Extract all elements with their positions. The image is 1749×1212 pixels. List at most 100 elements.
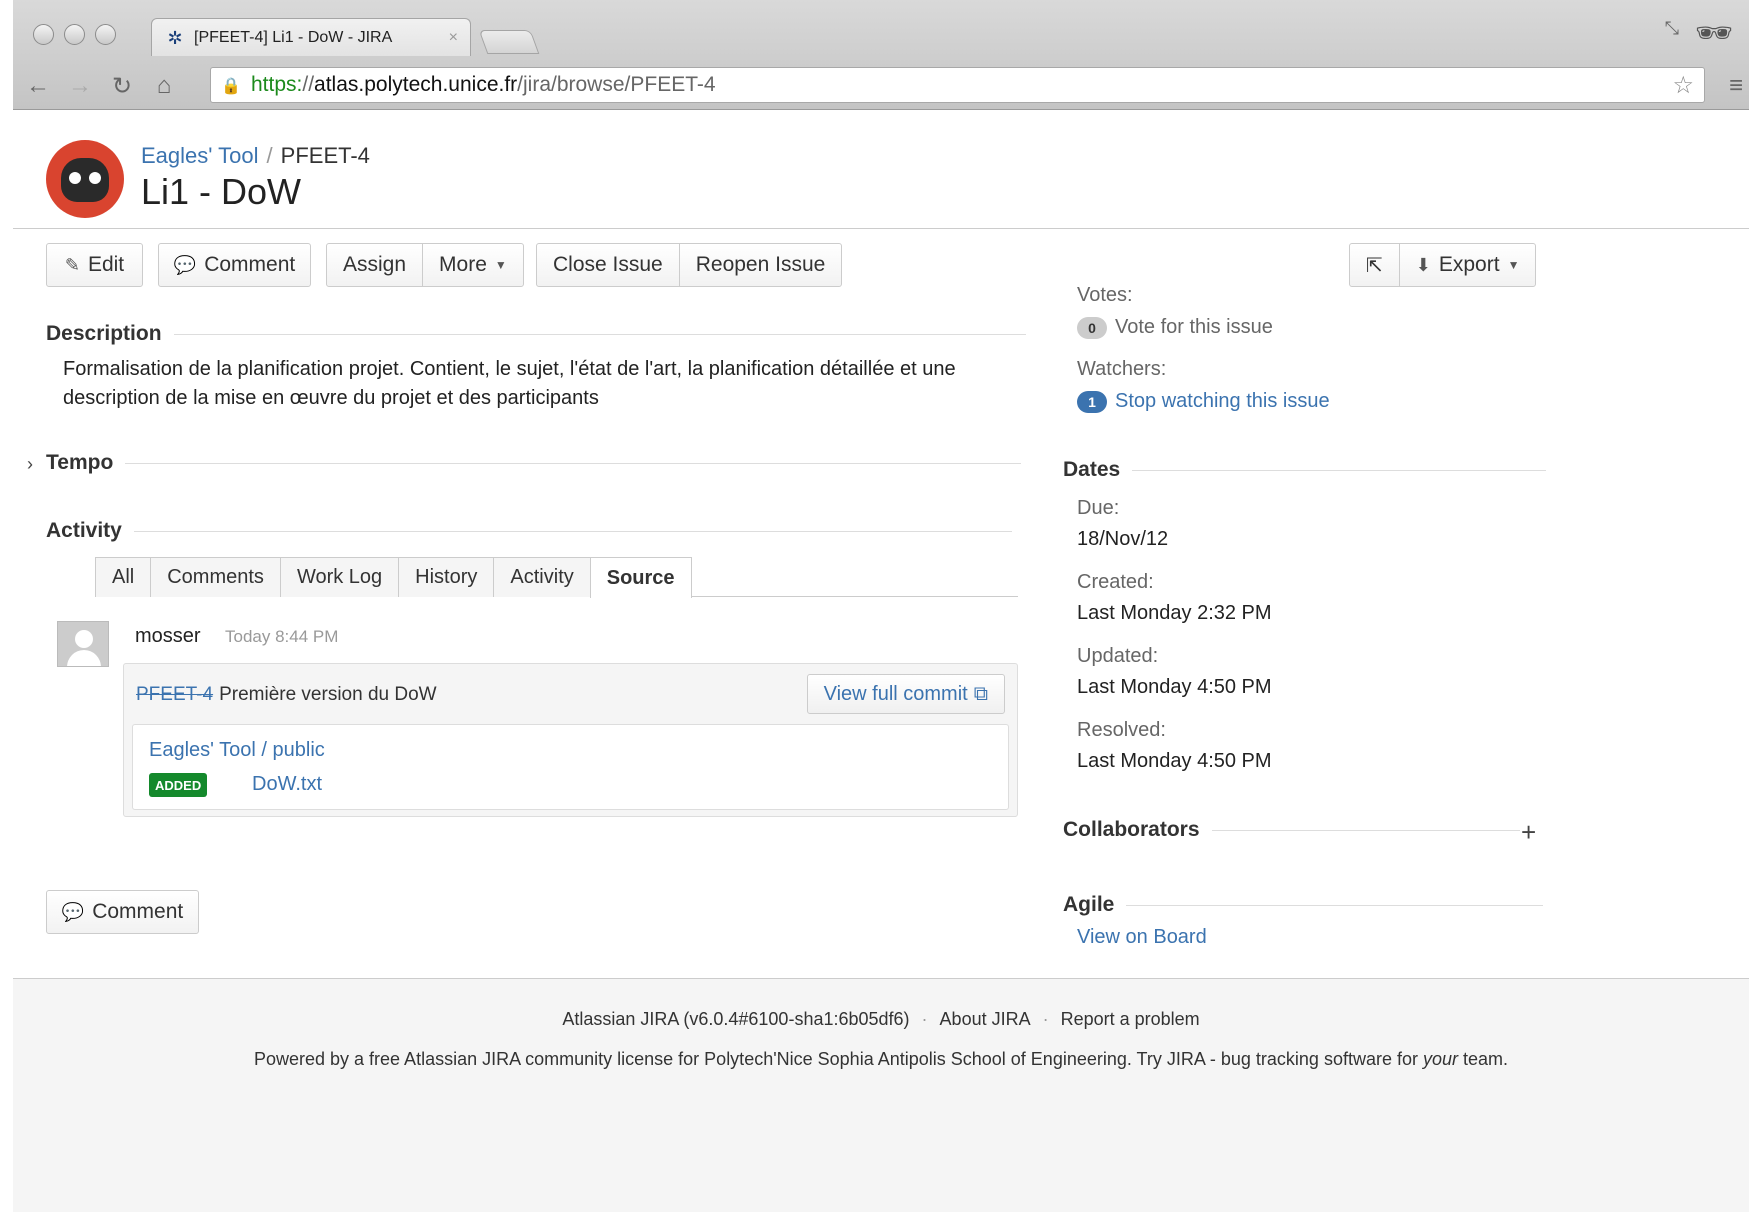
description-text: Formalisation de la planification projet…: [63, 358, 956, 409]
tab-title: [PFEET-4] Li1 - DoW - JIRA: [194, 28, 393, 46]
share-icon: ⇱: [1366, 254, 1383, 277]
resolved-label: Resolved:: [1077, 719, 1166, 741]
export-icon: ⬇: [1415, 254, 1431, 275]
more-dropdown-button[interactable]: More ▼: [423, 244, 523, 286]
back-icon[interactable]: ←: [17, 72, 59, 100]
reopen-issue-button[interactable]: Reopen Issue: [680, 244, 842, 286]
browser-toolbar: ← → ↻ ⌂ 🔒 https://atlas.polytech.unice.f…: [13, 62, 1749, 110]
tab-work-log[interactable]: Work Log: [279, 557, 400, 597]
project-avatar[interactable]: [46, 140, 124, 218]
add-collaborator-icon[interactable]: +: [1521, 817, 1536, 848]
commit-card: PFEET-4 Première version du DoW View full…: [123, 663, 1018, 817]
commit-author-link[interactable]: mosser: [135, 625, 201, 648]
speech-bubble-icon: 💬: [61, 901, 85, 922]
issue-title: Li1 - DoW: [141, 171, 302, 212]
view-full-commit-label: View full commit: [823, 682, 968, 705]
address-bar[interactable]: 🔒 https://atlas.polytech.unice.fr/jira/b…: [210, 67, 1705, 103]
edit-label: Edit: [87, 253, 125, 276]
votes-count-badge: 0: [1077, 316, 1107, 339]
url-host: atlas.polytech.unice.fr: [314, 73, 518, 96]
new-tab-button[interactable]: [478, 30, 540, 54]
edit-button[interactable]: ✎ Edit: [46, 243, 143, 287]
created-label: Created:: [1077, 571, 1154, 593]
resolved-value: Last Monday 4:50 PM: [1077, 750, 1272, 772]
tab-comments[interactable]: Comments: [150, 557, 281, 597]
restore-icon[interactable]: ⤡: [1665, 18, 1679, 39]
menu-icon[interactable]: ≡: [1729, 72, 1743, 100]
view-full-commit-button[interactable]: View full commit ⧉: [806, 674, 1005, 714]
breadcrumb-project-link[interactable]: Eagles' Tool: [141, 143, 259, 168]
tempo-heading[interactable]: Tempo: [46, 451, 1022, 475]
description-heading: Description: [46, 322, 1026, 346]
url-scheme: https:: [251, 73, 303, 96]
workflow-group: Close Issue Reopen Issue: [536, 243, 843, 287]
more-label: More: [439, 253, 487, 276]
tab-close-icon[interactable]: ×: [449, 29, 458, 47]
assign-more-group: Assign More ▼: [326, 243, 524, 287]
footer-links: Atlassian JIRA (v6.0.4#6100-sha1:6b05df6…: [562, 1009, 1200, 1029]
due-label: Due:: [1077, 497, 1120, 519]
browser-tab[interactable]: ✲ [PFEET-4] Li1 - DoW - JIRA ×: [151, 18, 471, 56]
external-link-icon: ⧉: [973, 682, 988, 705]
forward-icon[interactable]: →: [59, 72, 101, 100]
collaborators-heading: Collaborators: [1063, 818, 1520, 842]
avatar[interactable]: [57, 621, 109, 667]
stop-watching-link[interactable]: 1 Stop watching this issue: [1077, 390, 1330, 413]
pencil-icon: ✎: [64, 254, 80, 275]
activity-tabs: All Comments Work Log History Activity S…: [95, 557, 692, 598]
tab-all[interactable]: All: [95, 557, 152, 597]
add-comment-label: Comment: [92, 900, 184, 923]
share-export-group: ⇱ ⬇ Export ▼: [1349, 243, 1537, 287]
commit-issue-key-link[interactable]: PFEET-4: [136, 684, 213, 705]
commit-timestamp: Today 8:44 PM: [225, 627, 339, 646]
updated-value: Last Monday 4:50 PM: [1077, 676, 1272, 698]
commit-message-text: Première version du DoW: [219, 684, 437, 705]
home-icon[interactable]: ⌂: [143, 72, 185, 100]
about-jira-link[interactable]: About JIRA: [940, 1009, 1031, 1029]
assign-button[interactable]: Assign: [327, 244, 424, 286]
url-slashes: //: [302, 73, 315, 96]
close-issue-button[interactable]: Close Issue: [537, 244, 680, 286]
created-value: Last Monday 2:32 PM: [1077, 602, 1272, 624]
add-comment-button[interactable]: 💬 Comment: [46, 890, 199, 934]
status-badge: ADDED: [149, 773, 208, 797]
url-path: /jira/browse/PFEET-4: [517, 73, 716, 96]
vote-link[interactable]: 0 Vote for this issue: [1077, 316, 1273, 339]
incognito-icon: 🕶: [1694, 17, 1734, 50]
bookmark-star-icon[interactable]: ☆: [1672, 71, 1694, 100]
file-link[interactable]: DoW.txt: [252, 773, 322, 796]
repository-link[interactable]: Eagles' Tool / public: [149, 739, 325, 762]
breadcrumb-issue-key[interactable]: PFEET-4: [281, 143, 370, 168]
report-problem-link[interactable]: Report a problem: [1061, 1009, 1200, 1029]
chevron-down-icon: ▼: [1507, 258, 1520, 272]
chevron-right-icon[interactable]: ›: [27, 454, 33, 475]
jira-page: Eagles' Tool / PFEET-4 Li1 - DoW ✎ Edit 💬 Co…: [13, 111, 1749, 1212]
tab-activity[interactable]: Activity: [493, 557, 591, 597]
reload-icon[interactable]: ↻: [101, 72, 143, 101]
votes-label: Votes:: [1077, 284, 1133, 306]
issue-header: Eagles' Tool / PFEET-4 Li1 - DoW: [13, 111, 1749, 229]
share-button[interactable]: ⇱: [1350, 244, 1400, 286]
export-dropdown-button[interactable]: ⬇ Export ▼: [1400, 244, 1536, 286]
assign-label: Assign: [343, 253, 407, 276]
chevron-down-icon: ▼: [494, 258, 507, 272]
tab-history[interactable]: History: [398, 557, 495, 597]
minimize-window-button[interactable]: [64, 24, 85, 45]
updated-label: Updated:: [1077, 645, 1159, 667]
speech-bubble-icon: 💬: [173, 254, 197, 275]
tab-source[interactable]: Source: [589, 557, 692, 598]
agile-heading: Agile: [1063, 893, 1544, 917]
commit-message: PFEET-4 Première version du DoW: [136, 684, 437, 706]
comment-label: Comment: [204, 253, 296, 276]
monster-face-icon: [61, 158, 109, 202]
comment-button[interactable]: 💬 Comment: [158, 243, 311, 287]
dates-heading: Dates: [1063, 458, 1547, 482]
view-on-board-link[interactable]: View on Board: [1077, 926, 1207, 949]
commit-files: Eagles' Tool / public ADDED DoW.txt: [132, 724, 1009, 810]
breadcrumb: Eagles' Tool / PFEET-4: [141, 143, 370, 169]
breadcrumb-separator: /: [266, 143, 273, 168]
jira-version-link[interactable]: Atlassian JIRA (v6.0.4#6100-sha1:6b05df6…: [562, 1009, 909, 1029]
close-window-button[interactable]: [33, 24, 54, 45]
due-value: 18/Nov/12: [1077, 528, 1169, 550]
zoom-window-button[interactable]: [95, 24, 116, 45]
